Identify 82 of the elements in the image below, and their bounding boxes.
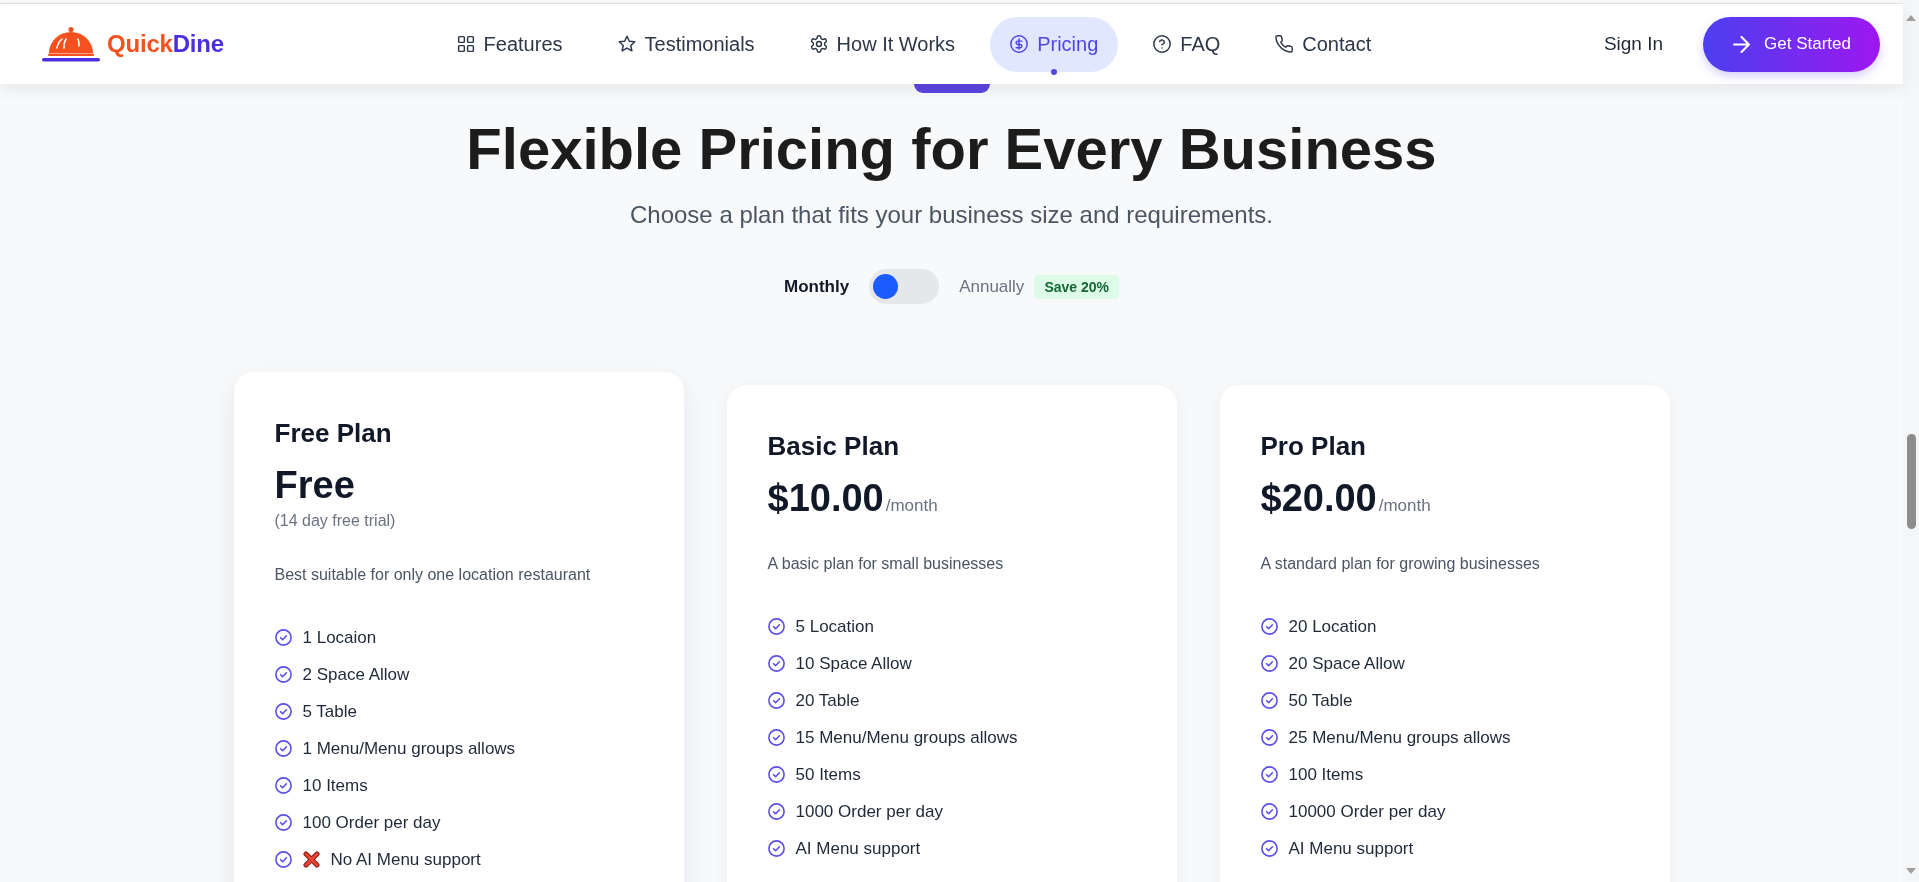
plan-name: Free Plan xyxy=(274,417,393,451)
check-circle-icon xyxy=(274,703,292,721)
question-circle-icon xyxy=(1153,35,1172,53)
feature-text: 50 Table xyxy=(1288,690,1353,713)
feature-text: 5 Table xyxy=(302,701,357,724)
dollar-circle-icon xyxy=(1010,35,1029,53)
feature-text: 15 Menu/Menu groups allows xyxy=(795,727,1018,750)
nav-link[interactable]: Contact xyxy=(1255,16,1392,72)
cloche-icon xyxy=(42,26,100,62)
check-circle-icon xyxy=(274,851,292,869)
scroll-down-icon[interactable] xyxy=(1906,868,1916,874)
check-circle-icon xyxy=(767,840,785,858)
billing-toggle[interactable] xyxy=(869,269,940,305)
discount-tag: Save 20% xyxy=(1034,274,1119,299)
check-circle-icon xyxy=(767,655,785,673)
logo-text[interactable]: QuickDine xyxy=(107,30,224,58)
feature-text: 20 Location xyxy=(1288,616,1377,639)
check-circle-icon xyxy=(1260,840,1278,858)
feature-text: 100 Items xyxy=(1288,764,1364,787)
cross-icon xyxy=(302,851,320,869)
scroll-up-icon[interactable] xyxy=(1906,15,1916,21)
feature-text: 5 Location xyxy=(795,616,874,639)
plan-price: $20.00 xyxy=(1260,476,1377,522)
feature-text: 10 Space Allow xyxy=(795,653,912,676)
nav-link[interactable]: How It Works xyxy=(789,16,976,72)
feature-text: 25 Menu/Menu groups allows xyxy=(1288,727,1511,750)
check-circle-icon xyxy=(1260,655,1278,673)
billing-option[interactable]: Annually xyxy=(959,276,1025,297)
billing-period: /month xyxy=(1378,496,1431,517)
star-icon xyxy=(617,35,636,53)
get-started-button[interactable]: Get Started xyxy=(1703,16,1880,72)
settings-icon xyxy=(809,35,828,53)
nav-link[interactable]: Testimonials xyxy=(597,16,775,72)
check-circle-icon xyxy=(767,692,785,710)
feature-text: 20 Table xyxy=(795,690,860,713)
check-circle-icon xyxy=(1260,803,1278,821)
feature-text: AI Menu support xyxy=(795,838,921,861)
scrollbar-thumb[interactable] xyxy=(1906,434,1916,529)
plan-description: A standard plan for growing businesses xyxy=(1260,554,1541,575)
check-circle-icon xyxy=(767,729,785,747)
check-circle-icon xyxy=(274,629,292,647)
plan-name: Pro Plan xyxy=(1260,430,1367,464)
check-circle-icon xyxy=(274,814,292,832)
phone-icon xyxy=(1275,35,1294,53)
plan-description: Best suitable for only one location restaurant xyxy=(274,565,592,586)
billing-option[interactable]: Monthly xyxy=(784,276,850,297)
check-circle-icon xyxy=(767,766,785,784)
feature-text: 10 Items xyxy=(302,775,368,798)
feature-text: 1 Menu/Menu groups allows xyxy=(302,738,516,761)
check-circle-icon xyxy=(767,618,785,636)
check-circle-icon xyxy=(1260,618,1278,636)
feature-text: 10000 Order per day xyxy=(1288,801,1446,824)
feature-text: No AI Menu support xyxy=(330,849,481,872)
feature-text: 2 Space Allow xyxy=(302,664,410,687)
section-title: Flexible Pricing for Every Business xyxy=(465,116,1438,183)
nav-link[interactable]: FAQ xyxy=(1133,16,1241,72)
section-subtitle: Choose a plan that fits your business size and requirements. xyxy=(629,199,1274,230)
feature-text: 1000 Order per day xyxy=(795,801,943,824)
check-circle-icon xyxy=(274,740,292,758)
sign-in-link[interactable]: Sign In xyxy=(1603,33,1664,55)
check-circle-icon xyxy=(1260,729,1278,747)
feature-text: 50 Items xyxy=(795,764,861,787)
check-circle-icon xyxy=(274,666,292,684)
check-circle-icon xyxy=(767,803,785,821)
check-circle-icon xyxy=(1260,766,1278,784)
check-circle-icon xyxy=(274,777,292,795)
arrow-right-icon xyxy=(1733,35,1751,53)
plan-description: A basic plan for small businesses xyxy=(767,554,1005,575)
nav-link[interactable]: Features xyxy=(436,16,583,72)
billing-period: /month xyxy=(885,496,938,517)
feature-text: 1 Locaion xyxy=(302,627,377,650)
plan-price: $10.00 xyxy=(767,476,884,522)
plan-name: Basic Plan xyxy=(767,430,900,464)
active-dot-icon xyxy=(1051,68,1058,75)
feature-text: AI Menu support xyxy=(1288,838,1414,861)
nav-link[interactable]: Pricing xyxy=(990,16,1119,72)
feature-text: 20 Space Allow xyxy=(1288,653,1405,676)
trial-note: (14 day free trial) xyxy=(274,511,397,532)
feature-text: 100 Order per day xyxy=(302,812,441,835)
check-circle-icon xyxy=(1260,692,1278,710)
plan-price: Free xyxy=(274,463,355,509)
grid-icon xyxy=(456,35,475,53)
